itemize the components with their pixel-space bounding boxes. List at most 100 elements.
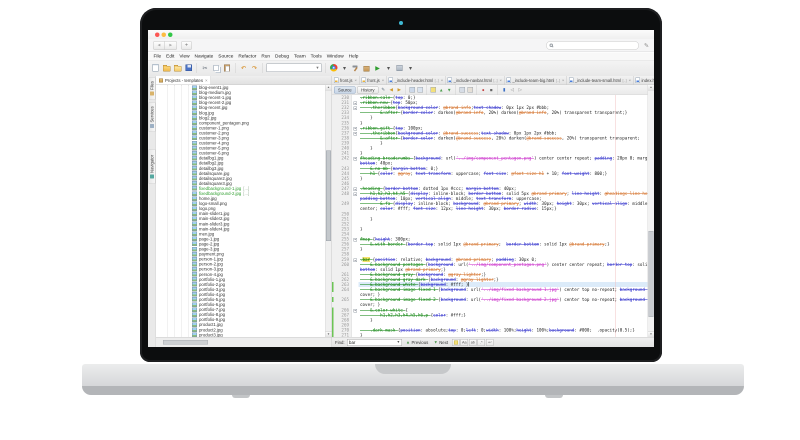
toggle-highlight-icon[interactable]	[430, 87, 437, 94]
prev-occurrence-icon[interactable]: ▲	[438, 87, 445, 94]
close-icon[interactable]: ×	[629, 78, 631, 83]
projects-scrollbar[interactable]: ▲ ▼	[325, 85, 332, 337]
undo-icon[interactable]: ↶	[239, 63, 248, 72]
menu-help[interactable]: Help	[346, 54, 361, 60]
fold-collapse-icon[interactable]	[354, 258, 358, 262]
profile-dropdown-icon[interactable]: ▾	[406, 63, 415, 72]
forward-button[interactable]: ▶	[165, 41, 177, 50]
close-icon[interactable]: ×	[441, 78, 443, 83]
menu-refactor[interactable]: Refactor	[236, 54, 259, 60]
menu-navigate[interactable]: Navigate	[192, 54, 216, 60]
cut-icon[interactable]: ✂	[201, 63, 210, 72]
match-case-toggle[interactable]: Aa	[461, 339, 469, 346]
fold-collapse-icon[interactable]	[354, 193, 358, 197]
redo-icon[interactable]: ↷	[250, 63, 259, 72]
projects-hscrollbar[interactable]	[156, 337, 332, 347]
scrollbar-thumb[interactable]	[649, 231, 654, 317]
code-editor[interactable]: 230.ribbon.sale {top: 0;}231.ribbon.new …	[332, 95, 648, 337]
back-icon[interactable]: ◀	[388, 87, 395, 94]
close-window-button[interactable]	[155, 33, 160, 38]
editor-scrollbar[interactable]: ▲ ▼	[648, 85, 655, 337]
editor-tab[interactable]: _include-team-small.html[..]×	[567, 76, 634, 85]
fold-collapse-icon[interactable]	[354, 132, 358, 136]
open-project-icon[interactable]	[173, 63, 182, 72]
dock-tab-navigator[interactable]: Navigator	[149, 149, 156, 184]
scrollbar-thumb[interactable]	[163, 340, 208, 345]
zoom-window-button[interactable]	[168, 33, 173, 38]
regular-expression-toggle[interactable]: .*	[478, 339, 486, 346]
search-input[interactable]	[546, 41, 639, 50]
run-project-icon[interactable]: ▶	[373, 63, 382, 72]
close-icon[interactable]: ×	[500, 78, 502, 83]
save-all-icon[interactable]	[184, 63, 193, 72]
menu-run[interactable]: Run	[259, 54, 273, 60]
back-button[interactable]: ◀	[153, 41, 165, 50]
editor-tab[interactable]: _include-team-big.html[..]×	[504, 76, 566, 85]
editor-tab[interactable]: _include-header.html[..]×	[387, 76, 446, 85]
close-icon[interactable]: ×	[354, 78, 356, 83]
editor-tab[interactable]: front.js×	[359, 76, 386, 85]
new-tab-button[interactable]: +	[181, 41, 192, 50]
forward-icon[interactable]: ▶	[396, 87, 403, 94]
run-dropdown-icon[interactable]: ▾	[384, 63, 393, 72]
find-next-button[interactable]: ▼ Next	[432, 340, 449, 345]
fold-collapse-icon[interactable]	[354, 238, 358, 242]
dock-tab-services[interactable]: Services	[149, 102, 156, 132]
start-macro-icon[interactable]: ●	[480, 87, 487, 94]
editor-tab[interactable]: _include-navbar.html[..]×	[446, 76, 505, 85]
close-icon[interactable]: ×	[562, 78, 564, 83]
next-occurrence-icon[interactable]: ▼	[446, 87, 453, 94]
highlight-results-toggle[interactable]	[452, 339, 460, 346]
bookmark-icon[interactable]: ▮	[501, 87, 508, 94]
scroll-up-icon[interactable]: ▲	[648, 85, 654, 91]
fold-collapse-icon[interactable]	[354, 187, 358, 191]
scrollbar-thumb[interactable]	[326, 151, 331, 242]
minimize-window-button[interactable]	[162, 33, 167, 38]
close-icon[interactable]: ×	[382, 78, 384, 83]
browser-chrome-icon[interactable]	[329, 63, 338, 72]
fold-collapse-icon[interactable]	[354, 309, 358, 313]
whole-words-toggle[interactable]: ab	[469, 339, 477, 346]
fold-collapse-icon[interactable]	[354, 102, 358, 106]
fold-collapse-icon[interactable]	[354, 157, 358, 161]
find-selection-icon[interactable]	[409, 87, 416, 94]
wrap-around-toggle[interactable]: ↩	[486, 339, 494, 346]
close-icon[interactable]: ×	[205, 78, 208, 83]
new-project-icon[interactable]	[162, 63, 171, 72]
dock-tab-files[interactable]: Files	[149, 77, 156, 100]
build-project-icon[interactable]	[351, 63, 360, 72]
stop-macro-icon[interactable]: ■	[488, 87, 495, 94]
menu-view[interactable]: View	[177, 54, 192, 60]
paste-icon[interactable]	[223, 63, 232, 72]
history-view-button[interactable]: History	[357, 86, 378, 93]
menu-edit[interactable]: Edit	[164, 54, 177, 60]
configuration-combo-icon[interactable]: ▼	[267, 64, 322, 73]
find-input[interactable]: bar ▼	[347, 339, 402, 346]
comment-icon[interactable]	[459, 87, 466, 94]
clean-build-project-icon[interactable]	[362, 63, 371, 72]
editor-tab[interactable]: index.html[..]×	[633, 76, 654, 85]
projects-tab[interactable]: Projects - templates ×	[156, 76, 211, 85]
menu-window[interactable]: Window	[324, 54, 346, 60]
edit-pencil-icon[interactable]: ✎	[644, 42, 649, 49]
menu-team[interactable]: Team	[292, 54, 309, 60]
find-previous-button[interactable]: ▲ Previous	[405, 340, 430, 345]
fold-collapse-icon[interactable]	[354, 107, 358, 111]
editor-tab[interactable]: front.js×	[332, 76, 359, 85]
copy-icon[interactable]	[212, 63, 221, 72]
fold-collapse-icon[interactable]	[354, 127, 358, 131]
menu-debug[interactable]: Debug	[273, 54, 292, 60]
find-next-icon[interactable]	[417, 87, 424, 94]
new-file-icon[interactable]	[151, 63, 160, 72]
shift-left-icon[interactable]: ◁	[509, 87, 516, 94]
menu-file[interactable]: File	[151, 54, 164, 60]
uncomment-icon[interactable]	[467, 87, 474, 94]
last-edit-icon[interactable]: ✎	[380, 87, 387, 94]
source-view-button[interactable]: Source	[334, 86, 356, 93]
shift-right-icon[interactable]: ▷	[517, 87, 524, 94]
scroll-up-icon[interactable]: ▲	[326, 85, 332, 91]
menu-tools[interactable]: Tools	[308, 54, 324, 60]
menu-source[interactable]: Source	[216, 54, 236, 60]
profile-project-icon[interactable]	[395, 63, 404, 72]
browser-dropdown-icon[interactable]: ▾	[340, 63, 349, 72]
